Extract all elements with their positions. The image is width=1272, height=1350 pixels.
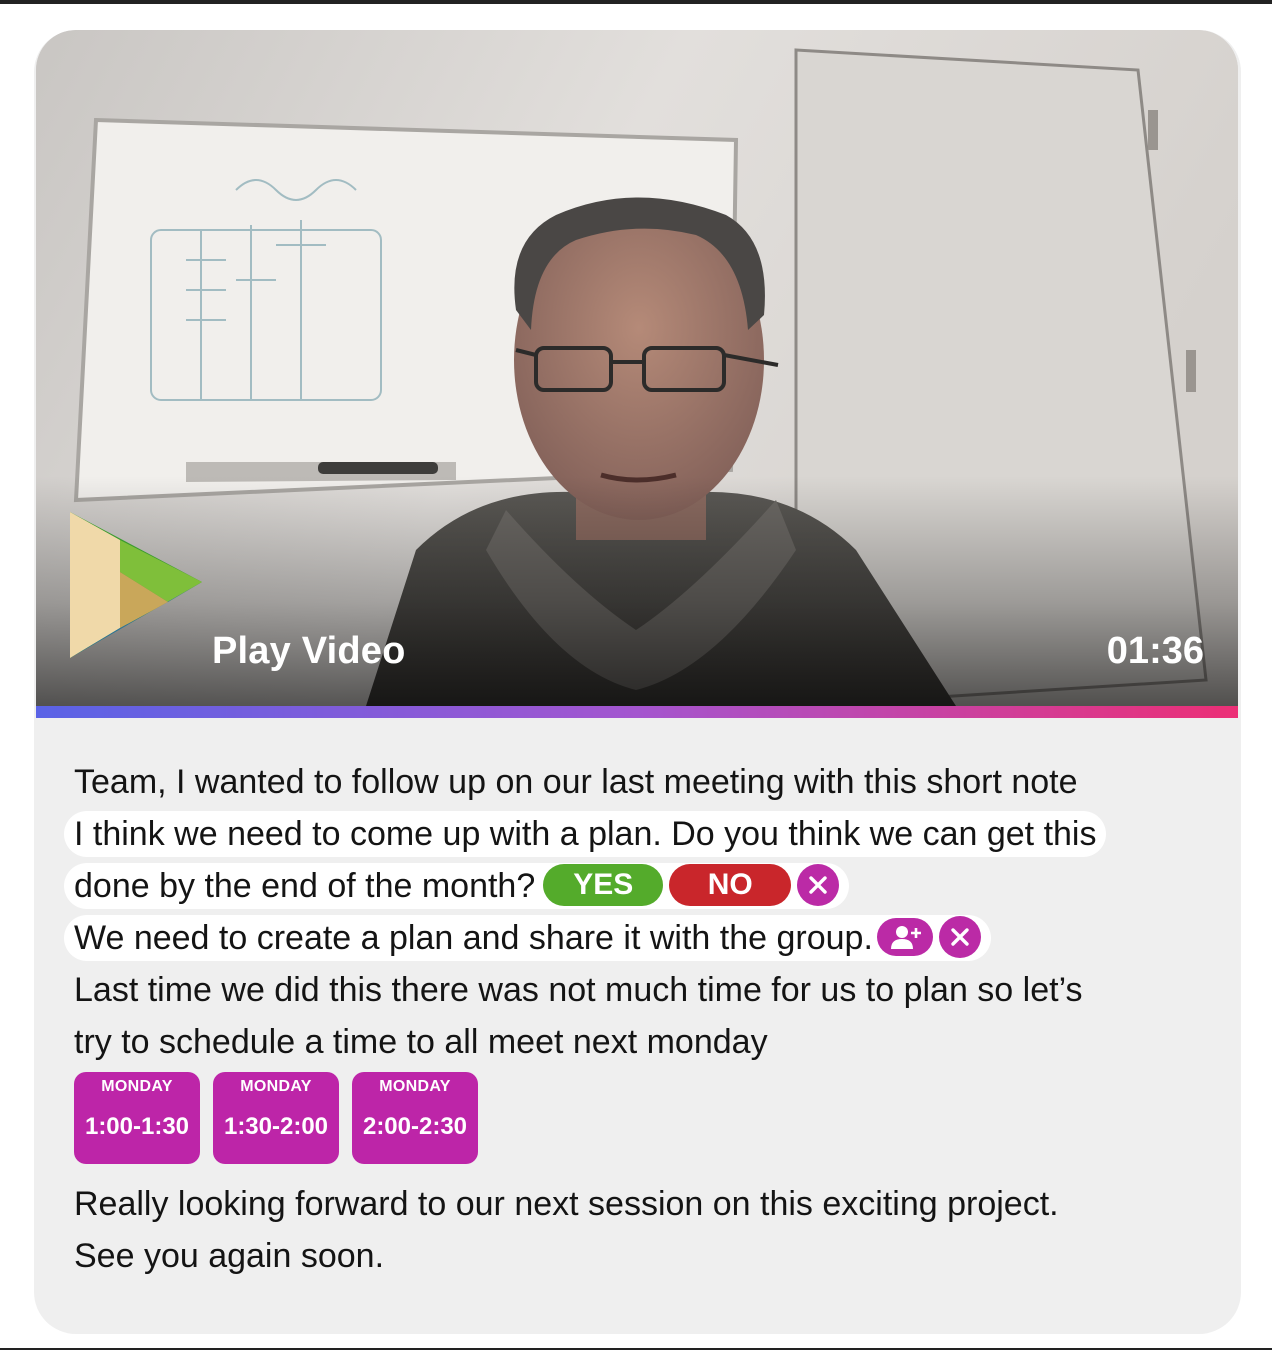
video-progress-bar: [36, 706, 1238, 718]
highlighted-text: done by the end of the month? YES NO: [64, 863, 850, 910]
add-user-icon: [890, 926, 921, 950]
question-text: done by the end of the month?: [74, 867, 536, 905]
top-divider: [0, 0, 1272, 4]
close-icon: [951, 928, 969, 946]
close-icon: [809, 876, 827, 894]
message-body: Team, I wanted to follow up on our last …: [64, 756, 1224, 1282]
question-line: I think we need to come up with a plan. …: [64, 808, 1224, 860]
time-slot-button[interactable]: MONDAY 1:00-1:30: [74, 1072, 200, 1165]
slot-day-label: MONDAY: [379, 1078, 451, 1096]
play-triangle-logo-icon[interactable]: [68, 510, 204, 660]
message-line: See you again soon.: [74, 1237, 385, 1276]
message-line: try to schedule a time to all meet next …: [74, 1023, 768, 1062]
message-line: Team, I wanted to follow up on our last …: [74, 763, 1078, 801]
time-slot-button[interactable]: MONDAY 1:30-2:00: [213, 1072, 339, 1165]
question-line: done by the end of the month? YES NO: [64, 860, 1224, 912]
slot-time-label: 2:00-2:30: [362, 1113, 468, 1141]
dismiss-action-button[interactable]: [938, 916, 981, 959]
dismiss-question-button[interactable]: [797, 864, 840, 907]
slot-time-label: 1:00-1:30: [84, 1113, 190, 1141]
message-line: Really looking forward to our next sessi…: [74, 1185, 1059, 1224]
highlighted-text: We need to create a plan and share it wi…: [64, 915, 991, 962]
slot-time-label: 1:30-2:00: [223, 1113, 329, 1141]
time-slot-picker: MONDAY 1:00-1:30 MONDAY 1:30-2:00 MONDAY…: [74, 1072, 1224, 1174]
slot-day-label: MONDAY: [240, 1078, 312, 1096]
slot-day-label: MONDAY: [101, 1078, 173, 1096]
highlighted-text: I think we need to come up with a plan. …: [64, 811, 1107, 857]
play-video-label[interactable]: Play Video: [212, 630, 406, 673]
message-card: Play Video 01:36 Team, I wanted to follo…: [34, 30, 1241, 1334]
video-player[interactable]: Play Video 01:36: [36, 30, 1238, 706]
time-slot-button[interactable]: MONDAY 2:00-2:30: [352, 1072, 478, 1165]
video-duration: 01:36: [1106, 630, 1204, 672]
no-button[interactable]: NO: [669, 864, 792, 907]
action-text: We need to create a plan and share it wi…: [74, 919, 873, 958]
action-line: We need to create a plan and share it wi…: [64, 912, 1224, 964]
yes-button[interactable]: YES: [543, 864, 664, 907]
add-user-button[interactable]: [876, 918, 933, 957]
message-line: Last time we did this there was not much…: [74, 971, 1083, 1010]
